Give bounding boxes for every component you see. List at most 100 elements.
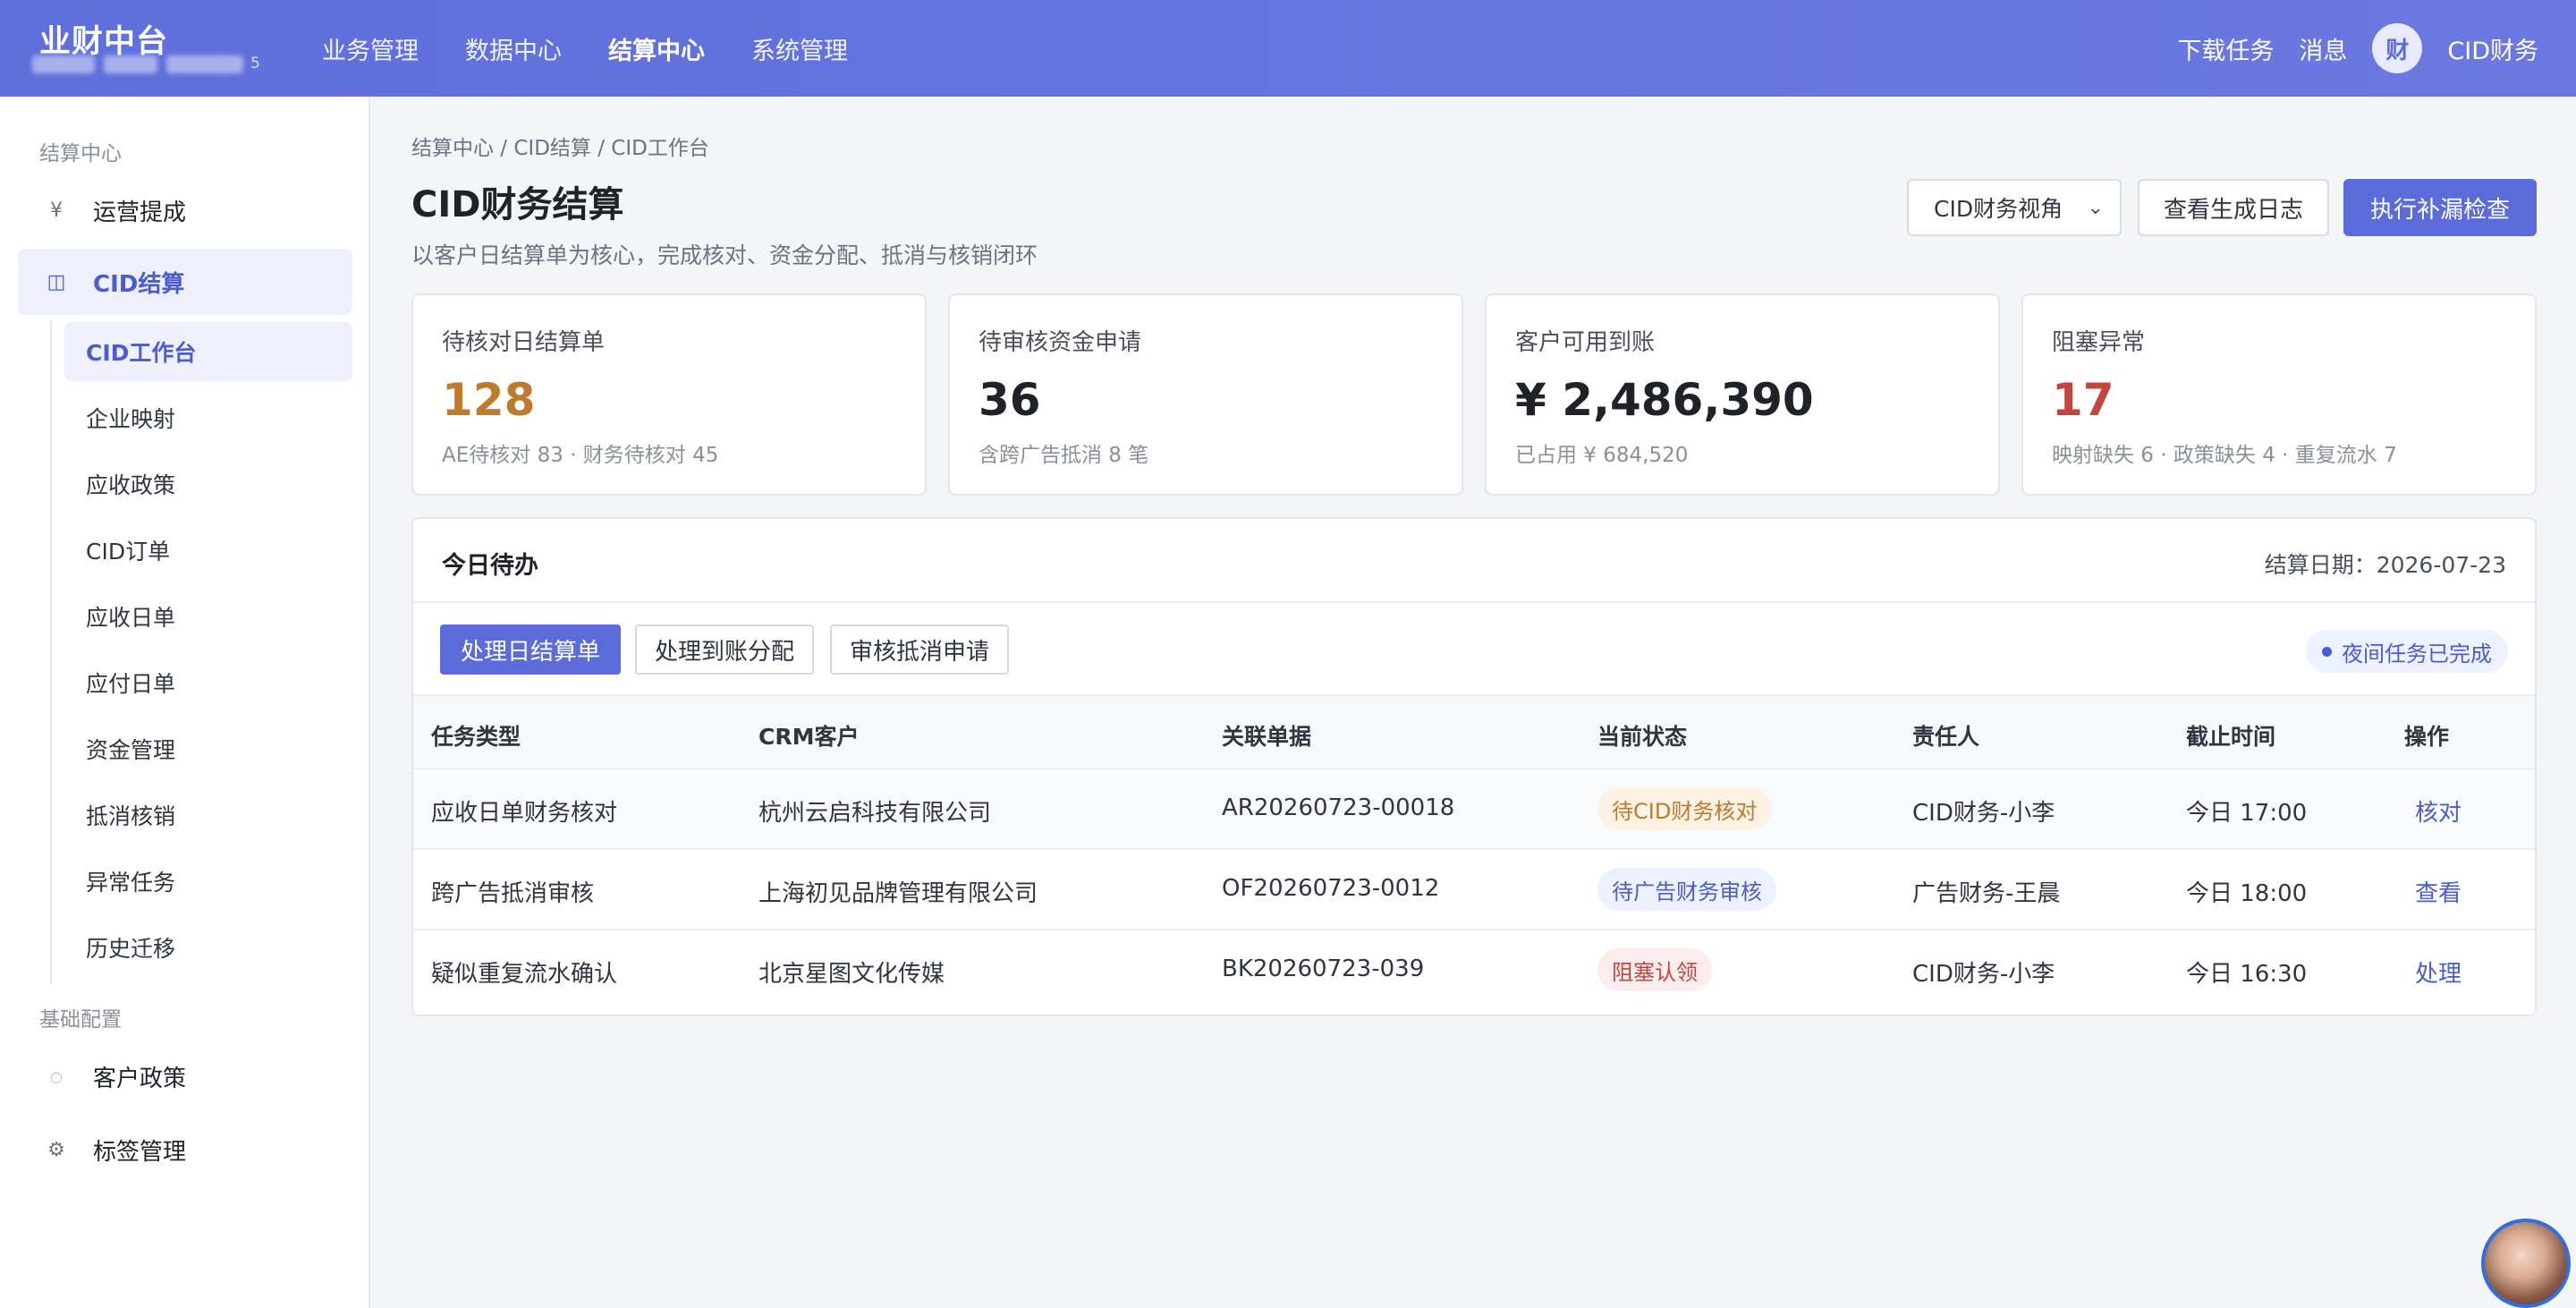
tab-receipt-allocation[interactable]: 处理到账分配: [635, 624, 814, 675]
stat-card-available-receipts[interactable]: 客户可用到账 ¥ 2,486,390 已占用 ¥ 684,520: [1485, 293, 2000, 496]
top-nav: 业务管理 数据中心 结算中心 系统管理: [322, 0, 848, 97]
todo-tabs: 处理日结算单 处理到账分配 审核抵消申请 夜间任务已完成: [413, 603, 2535, 696]
sidebar-subitem-receivable-policy[interactable]: 应收政策: [64, 454, 352, 514]
gear-icon: ⚙: [47, 1138, 65, 1161]
sidebar-subitem-enterprise-mapping[interactable]: 企业映射: [64, 388, 352, 447]
sidebar-item-tag-management[interactable]: ⚙ 标签管理: [18, 1117, 352, 1183]
sidebar-subitem-history-migration[interactable]: 历史迁移: [64, 918, 352, 977]
cell-customer: 杭州云启科技有限公司: [758, 800, 992, 827]
run-check-button[interactable]: 执行补漏检查: [2343, 179, 2537, 236]
circle-icon: ○: [50, 1067, 63, 1085]
cell-task-type: 跨广告抵消审核: [431, 880, 595, 907]
settlement-date: 结算日期：2026-07-23: [2264, 552, 2506, 578]
col-action: 操作: [2404, 724, 2450, 750]
status-badge: 待广告财务审核: [1597, 868, 1776, 911]
topnav-system[interactable]: 系统管理: [751, 31, 848, 66]
submenu-guide-line: [50, 320, 52, 984]
avatar[interactable]: 财: [2372, 23, 2423, 73]
sidebar-item-label: 标签管理: [93, 1138, 187, 1166]
cell-doc: AR20260723-00018: [1222, 794, 1455, 821]
sidebar-item-label: CID结算: [93, 270, 185, 298]
stat-value: ¥ 2,486,390: [1515, 374, 1814, 426]
stat-card-pending-funds[interactable]: 待审核资金申请 36 含跨广告抵消 8 笔: [948, 293, 1463, 496]
stat-sub: AE待核对 83 · 财务待核对 45: [442, 444, 719, 467]
verify-link[interactable]: 核对: [2415, 794, 2462, 828]
app-subtitle-redacted: 5: [32, 52, 265, 75]
cell-deadline: 今日 18:00: [2186, 880, 2308, 907]
stat-label: 待核对日结算单: [442, 329, 606, 356]
page-title: CID财务结算: [411, 184, 624, 225]
page-description: 以客户日结算单为核心，完成核对、资金分配、抵消与核销闭环: [411, 242, 1038, 268]
chevron-down-icon: ⌄: [2087, 197, 2104, 219]
stat-value: 128: [442, 374, 536, 426]
col-status: 当前状态: [1597, 724, 1688, 750]
breadcrumb: 结算中心 / CID结算 / CID工作台: [411, 137, 709, 160]
sidebar-subitem-receivable-daily[interactable]: 应收日单: [64, 587, 352, 646]
sidebar-item-label: 运营提成: [93, 199, 187, 226]
col-crm-customer: CRM客户: [758, 724, 860, 750]
sidebar-subitem-cid-orders[interactable]: CID订单: [64, 521, 352, 580]
cell-task-type: 应收日单财务核对: [431, 800, 618, 827]
stat-card-blocking-exceptions[interactable]: 阻塞异常 17 映射缺失 6 · 政策缺失 4 · 重复流水 7: [2021, 293, 2537, 496]
sidebar-subitem-exception-tasks[interactable]: 异常任务: [64, 852, 352, 911]
download-tasks-link[interactable]: 下载任务: [2177, 31, 2274, 66]
table-header: 任务类型 CRM客户 关联单据 当前状态 责任人 截止时间 操作: [413, 696, 2535, 769]
col-deadline: 截止时间: [2186, 724, 2276, 750]
stat-sub: 映射缺失 6 · 政策缺失 4 · 重复流水 7: [2052, 444, 2397, 467]
tab-daily-statements[interactable]: 处理日结算单: [440, 624, 621, 675]
sidebar: 结算中心 ¥ 运营提成 ◫ CID结算 CID工作台 企业映射 应收政策 CID…: [0, 97, 370, 1308]
sidebar-item-label: 客户政策: [93, 1065, 187, 1092]
status-badge: 阻塞认领: [1597, 948, 1712, 991]
view-select[interactable]: CID财务视角 ⌄: [1907, 179, 2122, 236]
sidebar-group-settlement: 结算中心: [39, 142, 122, 166]
todo-title: 今日待办: [442, 552, 538, 580]
sidebar-item-ops-commission[interactable]: ¥ 运营提成: [18, 177, 352, 243]
stat-card-pending-daily[interactable]: 待核对日结算单 128 AE待核对 83 · 财务待核对 45: [411, 293, 927, 496]
cell-owner: CID财务-小李: [1912, 961, 2055, 988]
view-link[interactable]: 查看: [2415, 875, 2462, 908]
assistant-avatar-icon[interactable]: [2481, 1219, 2571, 1308]
col-task-type: 任务类型: [431, 724, 521, 750]
columns-icon: ◫: [47, 270, 66, 293]
stat-value: 36: [979, 374, 1041, 426]
sidebar-subitem-funds[interactable]: 资金管理: [64, 719, 352, 778]
topnav-business[interactable]: 业务管理: [322, 31, 419, 66]
view-log-button[interactable]: 查看生成日志: [2138, 179, 2329, 236]
cell-doc: BK20260723-039: [1222, 956, 1425, 982]
cell-doc: OF20260723-0012: [1222, 875, 1440, 902]
topnav-settlement-center[interactable]: 结算中心: [608, 31, 705, 66]
table-row[interactable]: 跨广告抵消审核 上海初见品牌管理有限公司 OF20260723-0012 待广告…: [413, 850, 2535, 930]
todo-panel: 今日待办 结算日期：2026-07-23 处理日结算单 处理到账分配 审核抵消申…: [411, 517, 2537, 1016]
cell-owner: CID财务-小李: [1912, 800, 2055, 827]
night-task-status-badge: 夜间任务已完成: [2306, 630, 2508, 673]
handle-link[interactable]: 处理: [2415, 956, 2462, 989]
topnav-data-center[interactable]: 数据中心: [465, 31, 562, 66]
col-owner: 责任人: [1912, 724, 1980, 750]
top-bar: 业财中台 5 业务管理 数据中心 结算中心 系统管理 下载任务 消息 财 CID…: [0, 0, 2576, 97]
stat-sub: 含跨广告抵消 8 笔: [979, 444, 1149, 467]
sidebar-group-base-config: 基础配置: [39, 1008, 122, 1032]
col-related-doc: 关联单据: [1222, 724, 1312, 750]
cell-deadline: 今日 16:30: [2186, 961, 2308, 988]
stat-sub: 已占用 ¥ 684,520: [1515, 444, 1689, 467]
tab-offset-review[interactable]: 审核抵消申请: [830, 624, 1009, 675]
sidebar-item-cid-settlement[interactable]: ◫ CID结算: [18, 249, 352, 315]
stat-value: 17: [2052, 374, 2114, 426]
sidebar-subitem-payable-daily[interactable]: 应付日单: [64, 653, 352, 712]
user-name[interactable]: CID财务: [2447, 31, 2538, 66]
messages-link[interactable]: 消息: [2299, 31, 2347, 66]
cell-customer: 北京星图文化传媒: [758, 961, 945, 988]
sidebar-subitem-cid-workbench[interactable]: CID工作台: [64, 322, 352, 381]
night-task-status-text: 夜间任务已完成: [2342, 641, 2492, 667]
sidebar-subitem-offset-writeoff[interactable]: 抵消核销: [64, 786, 352, 845]
stat-label: 客户可用到账: [1515, 329, 1656, 356]
status-badge: 待CID财务核对: [1597, 787, 1772, 830]
top-right-actions: 下载任务 消息 财 CID财务: [2177, 0, 2538, 97]
sidebar-item-customer-policy[interactable]: ○ 客户政策: [18, 1043, 352, 1109]
cell-owner: 广告财务-王晨: [1912, 880, 2061, 907]
table-row[interactable]: 疑似重复流水确认 北京星图文化传媒 BK20260723-039 阻塞认领 CI…: [413, 930, 2535, 1011]
cell-deadline: 今日 17:00: [2186, 800, 2308, 827]
cell-customer: 上海初见品牌管理有限公司: [758, 880, 1038, 907]
cell-task-type: 疑似重复流水确认: [431, 961, 618, 988]
table-row[interactable]: 应收日单财务核对 杭州云启科技有限公司 AR20260723-00018 待CI…: [413, 769, 2535, 850]
